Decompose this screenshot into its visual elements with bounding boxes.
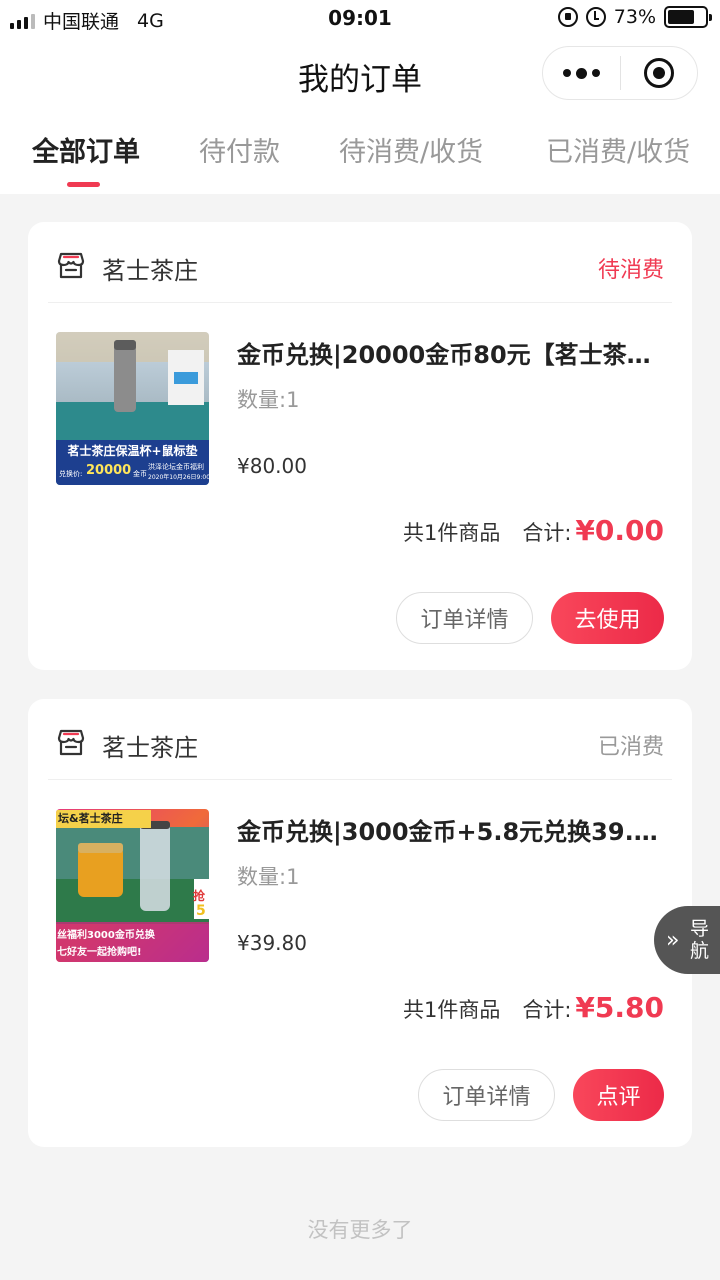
thumb-top-label: 坛&茗士茶庄 xyxy=(56,810,151,828)
total-label: 合计: xyxy=(522,998,572,1022)
order-detail-button[interactable]: 订单详情 xyxy=(396,592,533,644)
more-icon[interactable] xyxy=(543,67,620,79)
double-chevron-icon: » xyxy=(666,927,680,953)
status-bar: 中国联通 4G 09:01 73% xyxy=(0,0,720,36)
order-tabs: 全部订单 待付款 待消费/收货 已消费/收货 xyxy=(0,110,720,194)
order-summary: 共1件商品 合计: ¥5.80 xyxy=(403,991,664,1024)
thumb-side-number: 5 xyxy=(196,903,206,919)
mini-program-capsule xyxy=(542,46,698,100)
shop-name[interactable]: 茗士茶庄 xyxy=(102,728,198,763)
shop-icon xyxy=(57,729,85,756)
item-count: 共1件商品 xyxy=(402,521,501,545)
product-quantity: 数量:1 xyxy=(237,388,300,412)
nav-bar: 我的订单 xyxy=(0,36,720,110)
thumb-side-text: 抢 xyxy=(193,889,206,903)
close-icon[interactable] xyxy=(621,58,697,88)
product-price: ¥80.00 xyxy=(237,454,307,478)
floating-nav-button[interactable]: » 导航 xyxy=(654,906,720,974)
thumb-unit: 金币 xyxy=(133,470,147,478)
thumb-price-label: 兑换价: xyxy=(59,470,83,478)
floating-nav-label: 导航 xyxy=(690,918,710,962)
thumb-price-value: 20000 xyxy=(86,463,132,478)
product-title[interactable]: 金币兑换|3000金币+5.8元兑换39.8元茗士茶庄杯子茶叶套装 xyxy=(237,812,669,847)
shop-name[interactable]: 茗士茶庄 xyxy=(102,251,198,286)
battery-icon xyxy=(664,6,712,28)
total-amount: ¥5.80 xyxy=(575,991,664,1024)
order-status: 待消费 xyxy=(597,258,664,283)
order-status: 已消费 xyxy=(597,735,664,760)
product-quantity: 数量:1 xyxy=(237,865,300,889)
thumb-line-1: 丝福利3000金币兑换 xyxy=(57,930,155,941)
order-detail-button[interactable]: 订单详情 xyxy=(418,1069,555,1121)
product-thumbnail[interactable]: 茗士茶庄保温杯+鼠标垫 兑换价: 20000 金币 洪泽论坛金币福利 2020年… xyxy=(56,332,209,485)
shop-icon xyxy=(57,252,85,279)
header-area: 中国联通 4G 09:01 73% 我的订单 全部订单 待付款 待消费/收货 已… xyxy=(0,0,720,194)
order-card-header: 茗士茶庄 待消费 xyxy=(28,222,692,302)
product-thumbnail[interactable]: 坛&茗士茶庄 丝福利3000金币兑换 七好友一起抢购吧! 抢 5 xyxy=(56,809,209,962)
active-tab-indicator xyxy=(67,182,100,187)
battery-fill xyxy=(668,10,695,24)
status-right: 73% xyxy=(557,6,712,28)
product-price: ¥39.80 xyxy=(237,931,307,955)
thumb-forum: 洪泽论坛金币福利 xyxy=(148,463,204,471)
card-divider xyxy=(48,302,672,303)
alarm-icon xyxy=(585,7,606,27)
tab-all-orders[interactable]: 全部订单 xyxy=(32,130,140,169)
order-card-header: 茗士茶庄 已消费 xyxy=(28,699,692,779)
tab-pending-payment[interactable]: 待付款 xyxy=(199,130,280,169)
thumb-line-2: 七好友一起抢购吧! xyxy=(57,947,142,958)
item-count: 共1件商品 xyxy=(402,998,501,1022)
thumb-banner-text: 茗士茶庄保温杯+鼠标垫 xyxy=(67,444,198,458)
order-summary: 共1件商品 合计: ¥0.00 xyxy=(403,514,664,547)
tab-consumed[interactable]: 已消费/收货 xyxy=(546,130,690,169)
review-button[interactable]: 点评 xyxy=(573,1069,664,1121)
card-divider xyxy=(48,779,672,780)
tab-pending-use[interactable]: 待消费/收货 xyxy=(339,130,483,169)
product-title[interactable]: 金币兑换|20000金币80元【茗士茶庄保温杯+鼠标垫】 xyxy=(237,335,669,370)
use-button[interactable]: 去使用 xyxy=(551,592,664,644)
total-label: 合计: xyxy=(522,521,572,545)
thumb-date: 2020年10月26日9:00 xyxy=(148,474,209,481)
rotation-lock-icon xyxy=(557,7,578,27)
total-amount: ¥0.00 xyxy=(575,514,664,547)
order-card: 茗士茶庄 待消费 茗士茶庄保温杯+鼠标垫 兑换价: 20000 金币 洪泽论坛金… xyxy=(28,222,692,670)
order-card: 茗士茶庄 已消费 坛&茗士茶庄 丝福利3000金币兑换 七好友一起抢购吧! 抢 … xyxy=(28,699,692,1147)
no-more-text: 没有更多了 xyxy=(307,1218,413,1242)
battery-percent: 73% xyxy=(613,6,656,28)
